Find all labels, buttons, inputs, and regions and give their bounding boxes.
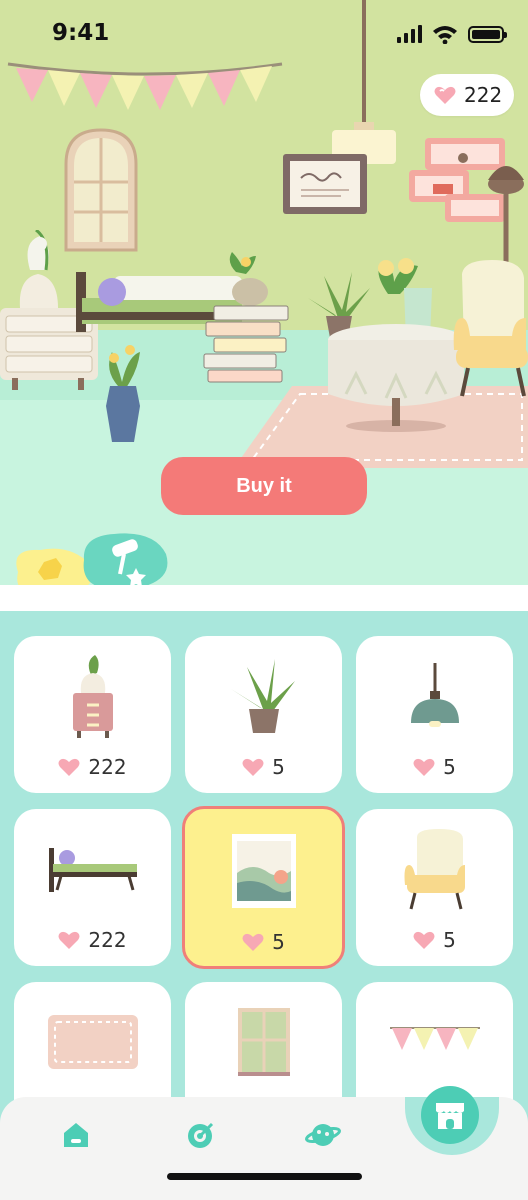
potted-plant-icon: [185, 636, 342, 756]
buy-button[interactable]: Buy it: [161, 457, 367, 515]
heart-coin-icon: [242, 933, 264, 951]
shop-icon: [436, 1103, 464, 1129]
home-icon: [64, 1123, 88, 1147]
status-time: 9:41: [52, 20, 110, 46]
status-icons: [397, 24, 507, 44]
heart-coin-icon: [58, 931, 80, 949]
item-price-value: 5: [443, 928, 456, 952]
nav-explore[interactable]: [305, 1117, 341, 1153]
bed-icon: [14, 809, 171, 929]
item-price: 222: [14, 755, 171, 779]
heart-coin-icon: [413, 931, 435, 949]
coin-balance: 222: [420, 74, 514, 116]
heart-coin-icon: [242, 758, 264, 776]
target-icon: [188, 1122, 214, 1148]
item-card-cabinet[interactable]: 222: [14, 636, 171, 793]
cellular-signal-icon: [397, 25, 422, 43]
rug-icon: [14, 982, 171, 1102]
paint-roller-category-button[interactable]: [78, 530, 170, 585]
heart-coin-icon: [413, 758, 435, 776]
item-card-bed[interactable]: 222: [14, 809, 171, 966]
heart-coin-icon: [434, 86, 456, 104]
armchair: [453, 260, 528, 397]
bunting-icon: [356, 982, 513, 1102]
armchair-icon: [356, 809, 513, 929]
round-table: [328, 258, 464, 432]
battery-icon: [468, 25, 507, 43]
item-card-lamp[interactable]: 5: [356, 636, 513, 793]
nav-home[interactable]: [58, 1117, 94, 1153]
item-price-value: 222: [88, 755, 127, 779]
window-icon: [185, 982, 342, 1102]
floor-vase: [106, 345, 140, 442]
nav-shop[interactable]: [421, 1086, 479, 1144]
item-price: 5: [356, 928, 513, 952]
item-price-value: 222: [88, 928, 127, 952]
item-price: 5: [356, 755, 513, 779]
wifi-icon: [433, 26, 457, 44]
screen: 9:41 222 Buy it 222 5 5 222 5 5: [0, 0, 528, 1200]
coin-balance-value: 222: [464, 83, 503, 107]
item-price: 5: [185, 755, 342, 779]
certificate-frame: [283, 154, 367, 214]
item-price-value: 5: [443, 755, 456, 779]
nav-goals[interactable]: [183, 1117, 219, 1153]
item-card-plant[interactable]: 5: [185, 636, 342, 793]
item-price: 222: [14, 928, 171, 952]
item-price: 5: [185, 930, 342, 954]
room-scene: 9:41 222 Buy it: [0, 0, 528, 585]
home-indicator: [167, 1173, 362, 1180]
planet-icon: [305, 1124, 341, 1146]
pendant-lamp-icon: [356, 636, 513, 756]
item-card-armchair[interactable]: 5: [356, 809, 513, 966]
heart-coin-icon: [58, 758, 80, 776]
cabinet-with-plant-icon: [14, 636, 171, 756]
item-card-painting[interactable]: 5: [182, 806, 345, 969]
status-bar: 9:41: [0, 0, 528, 70]
book-stack: [203, 252, 289, 383]
scene-divider: [0, 585, 528, 611]
item-price-value: 5: [272, 930, 285, 954]
wall-painting-icon: [185, 809, 342, 933]
item-price-value: 5: [272, 755, 285, 779]
